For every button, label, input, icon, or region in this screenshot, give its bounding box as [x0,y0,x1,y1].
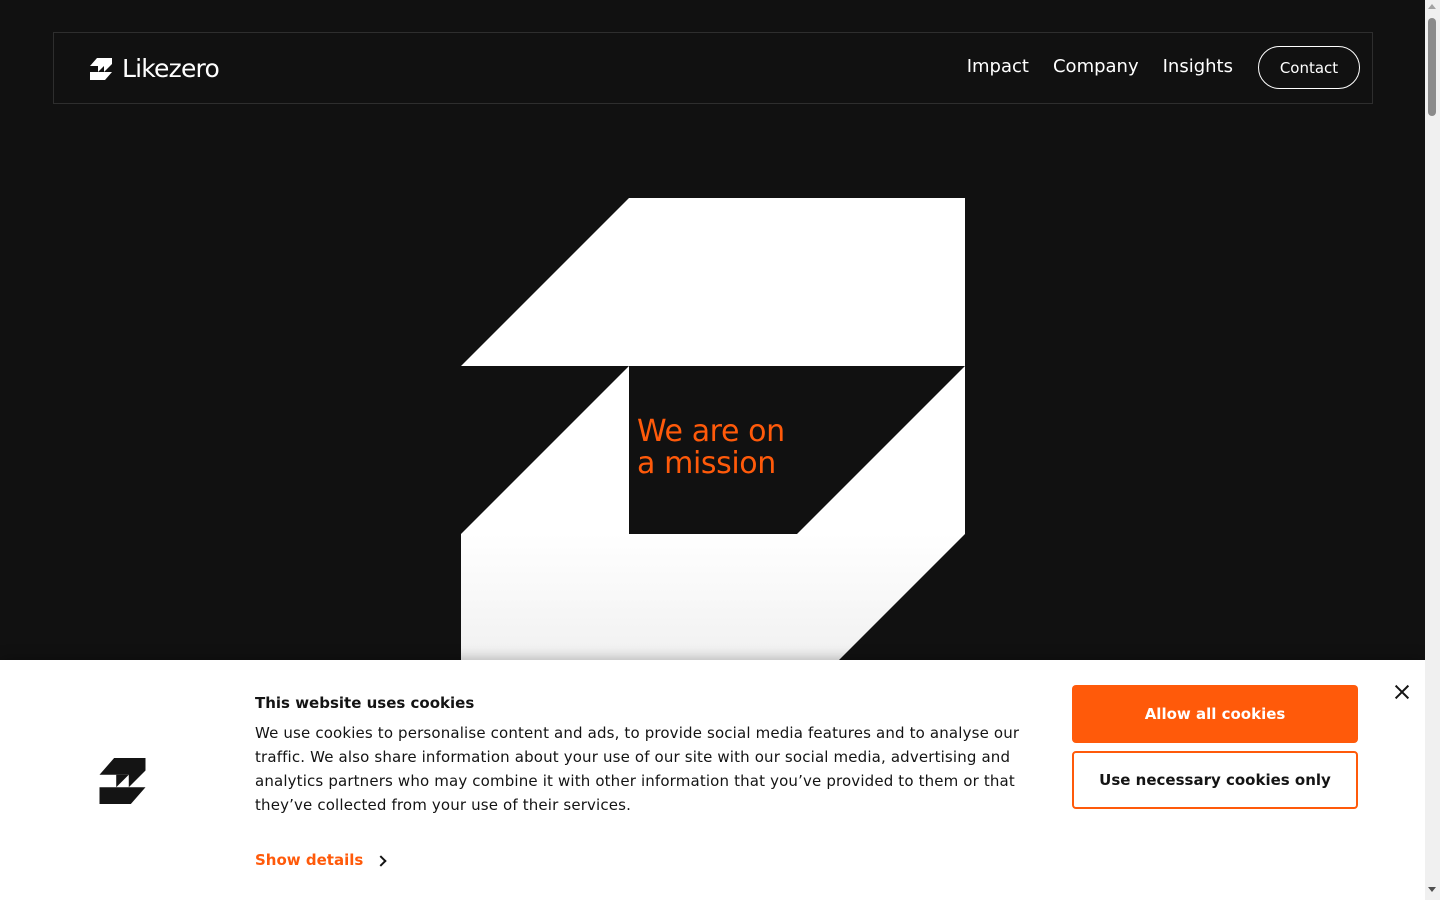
site-header: Likezero Impact Company Insights Contact [53,32,1373,104]
brand-name: Likezero [122,54,220,83]
close-icon[interactable] [1392,682,1412,702]
hero-tagline-line1: We are on [637,414,785,449]
hero-tagline: We are on a mission [637,416,807,480]
scrollbar-thumb[interactable] [1428,18,1436,116]
hero-tagline-line2: a mission [637,446,776,481]
nav-link-impact[interactable]: Impact [967,55,1029,79]
scroll-down-arrow-icon[interactable] [1428,887,1436,892]
brand-logo[interactable]: Likezero [90,54,220,83]
show-details-link[interactable]: Show details [255,849,387,871]
chevron-right-icon [375,854,387,867]
main-nav: Impact Company Insights [967,55,1233,79]
scroll-up-arrow-icon[interactable] [1428,4,1436,9]
nav-link-company[interactable]: Company [1053,55,1139,79]
allow-all-cookies-button[interactable]: Allow all cookies [1072,685,1358,743]
contact-button[interactable]: Contact [1258,46,1360,89]
show-details-label: Show details [255,851,364,869]
necessary-cookies-only-button[interactable]: Use necessary cookies only [1072,751,1358,809]
likezero-logo-icon [90,58,112,80]
cookie-banner: This website uses cookies We use cookies… [0,660,1425,900]
cookie-title: This website uses cookies [255,694,475,712]
likezero-logo-icon [99,758,146,804]
page-scrollbar[interactable] [1425,0,1440,900]
nav-link-insights[interactable]: Insights [1163,55,1233,79]
page: We are on a mission Likezero Impact Comp… [0,0,1425,900]
cookie-description: We use cookies to personalise content an… [255,724,1020,814]
